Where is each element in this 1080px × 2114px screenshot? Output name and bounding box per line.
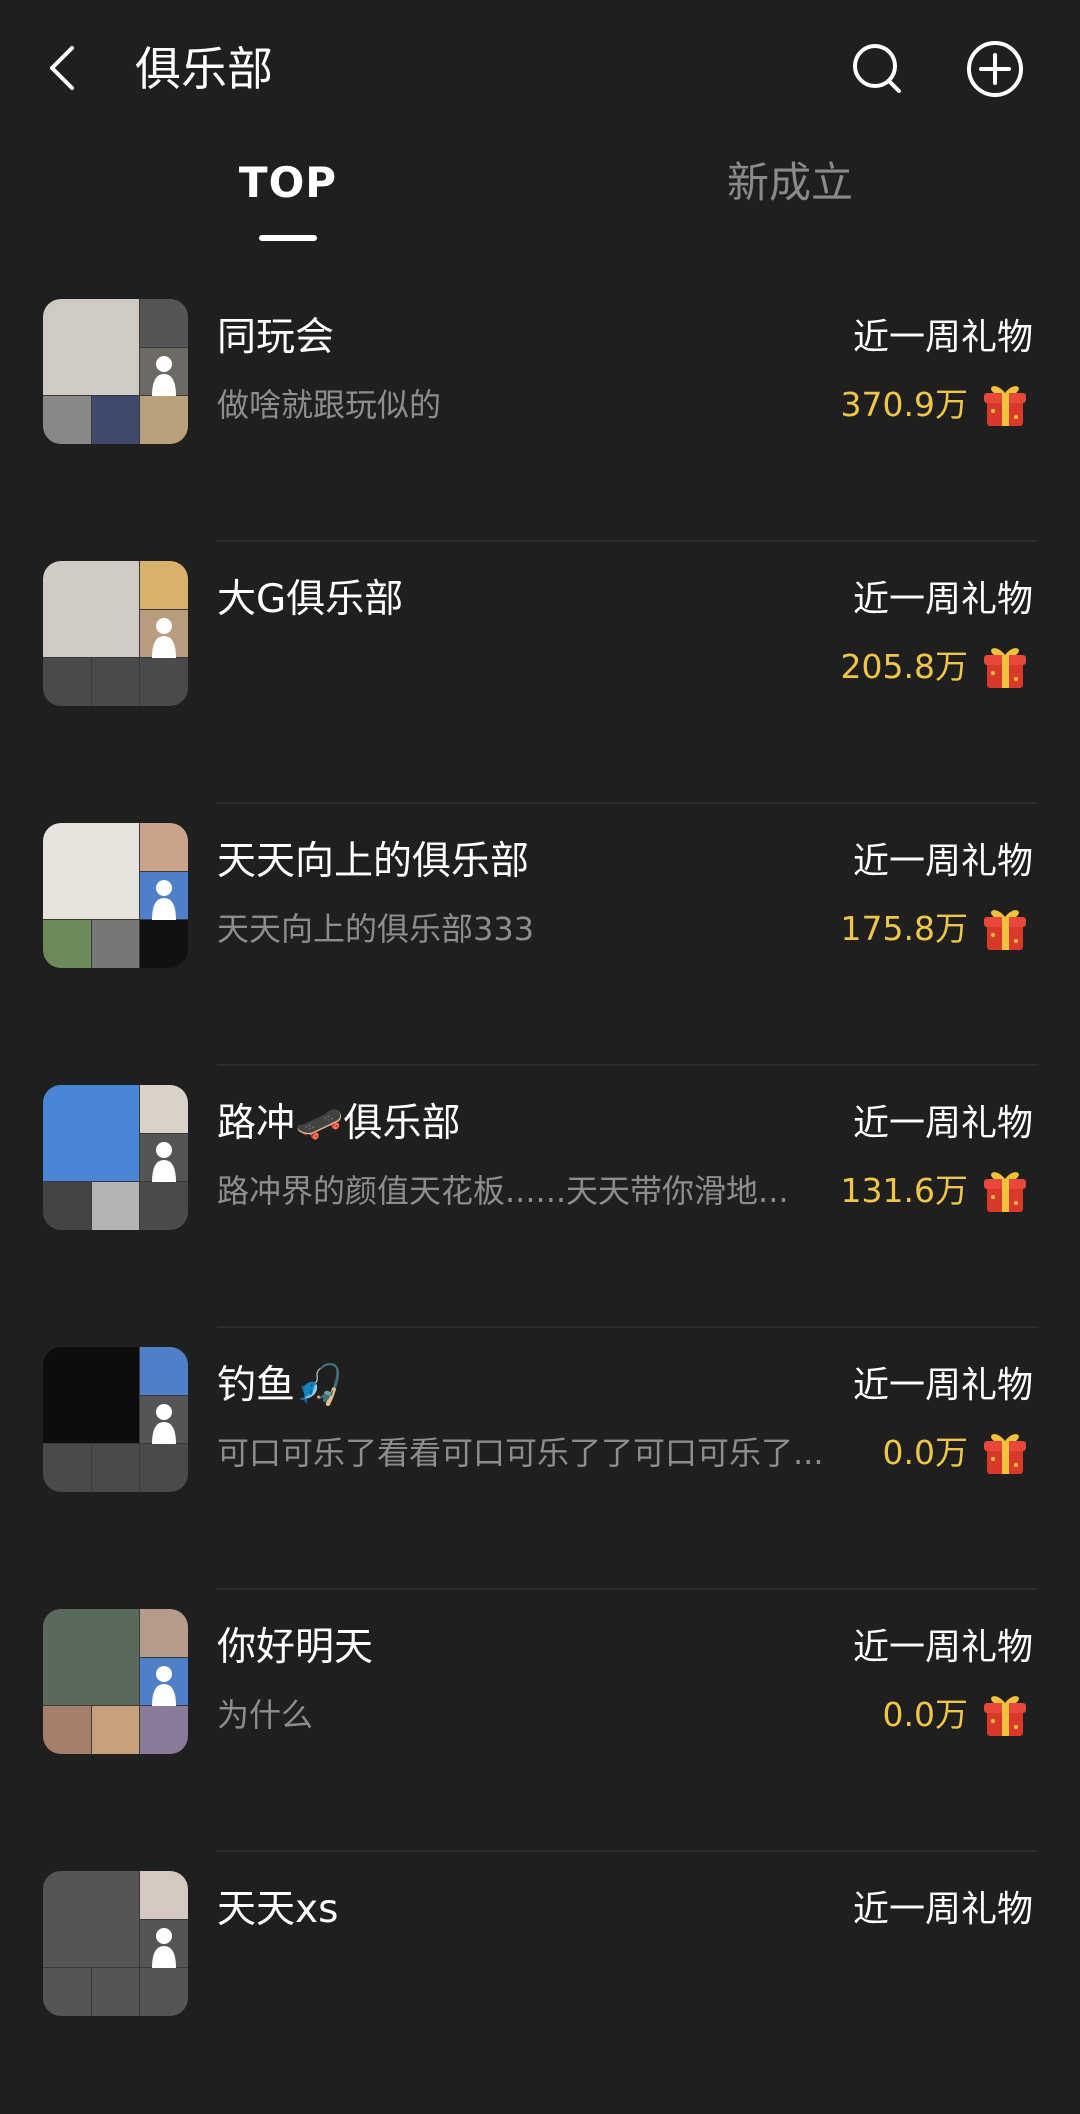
weekly-gift-value: 370.9万 bbox=[840, 385, 968, 424]
club-name: 钓鱼🎣 bbox=[217, 1363, 344, 1408]
gift-box-icon bbox=[984, 648, 1026, 688]
avatar-tile bbox=[43, 658, 91, 706]
gift-box-icon bbox=[984, 1172, 1026, 1212]
avatar-tile bbox=[140, 1347, 188, 1395]
plus-circle-icon bbox=[967, 41, 1023, 97]
club-name: 你好明天 bbox=[217, 1625, 374, 1670]
search-icon bbox=[853, 44, 901, 93]
gift-box-icon bbox=[984, 386, 1026, 426]
gift-box-icon bbox=[984, 1434, 1026, 1474]
avatar-tile bbox=[140, 561, 188, 609]
avatar-tile bbox=[43, 396, 91, 444]
header-bar: 俱乐部 bbox=[0, 0, 1080, 140]
club-name: 大G俱乐部 bbox=[217, 577, 404, 622]
back-button[interactable] bbox=[38, 38, 98, 98]
avatar-tile bbox=[140, 920, 188, 968]
avatar-tile bbox=[43, 561, 139, 657]
avatar-tile bbox=[140, 1706, 188, 1754]
avatar-tile bbox=[92, 658, 139, 706]
avatar-tile bbox=[140, 658, 188, 706]
club-row[interactable]: 你好明天为什么 近一周礼物 0.0万 bbox=[0, 1590, 1080, 1852]
tab-new[interactable]: 新成立 bbox=[690, 150, 890, 216]
club-row[interactable]: 大G俱乐部 近一周礼物 205.8万 bbox=[0, 542, 1080, 804]
avatar-tile bbox=[140, 1444, 188, 1492]
avatar-tile bbox=[140, 1609, 188, 1657]
club-description: 可口可乐了看看可口可乐了了可口可乐了... bbox=[217, 1434, 824, 1472]
person-silhouette-icon bbox=[152, 1928, 176, 1968]
avatar-tile bbox=[43, 823, 139, 919]
person-silhouette-icon bbox=[152, 356, 176, 396]
tab-top[interactable]: TOP bbox=[188, 150, 388, 216]
weekly-gift-value: 131.6万 bbox=[840, 1171, 968, 1210]
avatar-tile bbox=[140, 823, 188, 871]
avatar-tile bbox=[140, 1085, 188, 1133]
person-silhouette-icon bbox=[152, 880, 176, 920]
avatar-tile bbox=[140, 1968, 188, 2016]
avatar-tile bbox=[92, 1182, 139, 1230]
club-name: 天天xs bbox=[217, 1887, 339, 1932]
avatar-tile bbox=[43, 1085, 139, 1181]
weekly-gift-value: 0.0万 bbox=[882, 1433, 968, 1472]
club-avatar bbox=[43, 1347, 188, 1492]
avatar-tile bbox=[140, 396, 188, 444]
club-name: 路冲🛹俱乐部 bbox=[217, 1101, 461, 1146]
club-avatar bbox=[43, 1871, 188, 2016]
active-tab-indicator bbox=[259, 235, 317, 241]
avatar-tile bbox=[43, 1347, 139, 1443]
avatar-tile bbox=[92, 920, 139, 968]
club-row[interactable]: 天天向上的俱乐部天天向上的俱乐部333 近一周礼物 175.8万 bbox=[0, 804, 1080, 1066]
club-avatar bbox=[43, 823, 188, 968]
avatar-tile bbox=[43, 1871, 139, 1967]
club-row[interactable]: 钓鱼🎣 可口可乐了看看可口可乐了了可口可乐了... 近一周礼物 0.0万 bbox=[0, 1328, 1080, 1590]
club-description: 路冲界的颜值天花板......天天带你滑地... bbox=[217, 1172, 789, 1210]
club-name: 同玩会 bbox=[217, 315, 335, 360]
person-silhouette-icon bbox=[152, 1404, 176, 1444]
club-row[interactable]: 路冲🛹俱乐部路冲界的颜值天花板......天天带你滑地... 近一周礼物 131.6… bbox=[0, 1066, 1080, 1328]
person-silhouette-icon bbox=[152, 1142, 176, 1182]
avatar-tile bbox=[140, 299, 188, 347]
avatar-tile bbox=[43, 1706, 91, 1754]
person-silhouette-icon bbox=[152, 1666, 176, 1706]
club-avatar bbox=[43, 1609, 188, 1754]
weekly-gift-label: 近一周礼物 bbox=[852, 579, 1033, 620]
search-button[interactable] bbox=[848, 38, 908, 98]
club-row[interactable]: 天天xs 近一周礼物 bbox=[0, 1852, 1080, 2114]
avatar-tile bbox=[43, 1609, 139, 1705]
club-avatar bbox=[43, 561, 188, 706]
weekly-gift-label: 近一周礼物 bbox=[852, 1103, 1033, 1144]
page-title: 俱乐部 bbox=[135, 42, 273, 96]
weekly-gift-value: 175.8万 bbox=[840, 909, 968, 948]
avatar-tile bbox=[43, 1968, 91, 2016]
gift-box-icon bbox=[984, 1696, 1026, 1736]
person-silhouette-icon bbox=[152, 618, 176, 658]
avatar-tile bbox=[92, 1706, 139, 1754]
club-name: 天天向上的俱乐部 bbox=[217, 839, 530, 884]
avatar-tile bbox=[140, 1871, 188, 1919]
weekly-gift-label: 近一周礼物 bbox=[852, 1889, 1033, 1930]
gift-box-icon bbox=[984, 910, 1026, 950]
club-description: 为什么 bbox=[217, 1696, 314, 1734]
tab-bar: TOP 新成立 bbox=[0, 150, 1080, 250]
avatar-tile bbox=[43, 299, 139, 395]
club-avatar bbox=[43, 1085, 188, 1230]
avatar-tile bbox=[43, 920, 91, 968]
weekly-gift-value: 0.0万 bbox=[882, 1695, 968, 1734]
club-avatar bbox=[43, 299, 188, 444]
avatar-tile bbox=[92, 1968, 139, 2016]
club-description: 天天向上的俱乐部333 bbox=[217, 910, 535, 948]
avatar-tile bbox=[92, 1444, 139, 1492]
avatar-tile bbox=[43, 1444, 91, 1492]
weekly-gift-label: 近一周礼物 bbox=[852, 1365, 1033, 1406]
weekly-gift-label: 近一周礼物 bbox=[852, 1627, 1033, 1668]
weekly-gift-label: 近一周礼物 bbox=[852, 317, 1033, 358]
create-club-button[interactable] bbox=[964, 38, 1026, 100]
avatar-tile bbox=[92, 396, 139, 444]
chevron-left-icon bbox=[50, 46, 74, 90]
club-row[interactable]: 同玩会做啥就跟玩似的 近一周礼物 370.9万 bbox=[0, 280, 1080, 542]
avatar-tile bbox=[43, 1182, 91, 1230]
weekly-gift-label: 近一周礼物 bbox=[852, 841, 1033, 882]
avatar-tile bbox=[140, 1182, 188, 1230]
weekly-gift-value: 205.8万 bbox=[840, 647, 968, 686]
club-description: 做啥就跟玩似的 bbox=[217, 386, 442, 424]
